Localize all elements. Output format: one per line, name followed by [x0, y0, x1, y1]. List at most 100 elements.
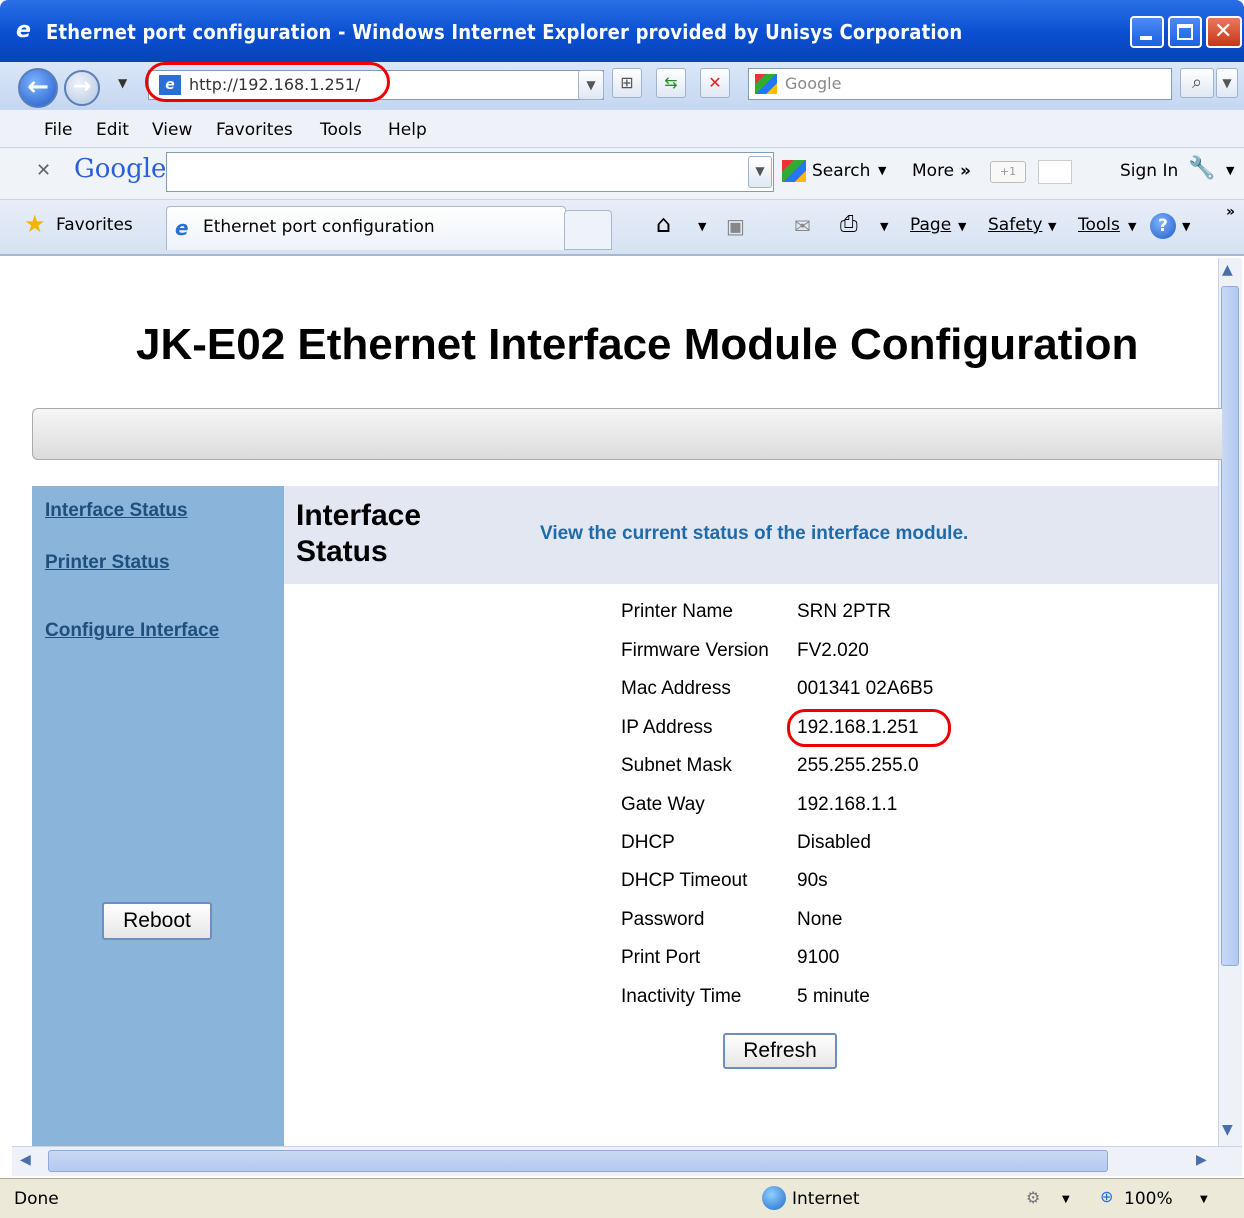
wrench-icon[interactable]: 🔧 [1188, 156, 1215, 181]
label-gate-way: Gate Way [621, 794, 705, 815]
value-dhcp-timeout: 90s [797, 870, 828, 891]
feeds-icon[interactable]: ▣ [726, 214, 745, 238]
status-text: Done [14, 1189, 59, 1209]
scroll-right-icon[interactable]: ▶ [1196, 1152, 1207, 1168]
zoom-level[interactable]: 100% [1124, 1189, 1173, 1209]
zoom-icon: ⊕ [1100, 1187, 1114, 1206]
toolbar-close-icon[interactable]: ✕ [36, 160, 51, 181]
refresh-icon[interactable]: ⇆ [656, 68, 686, 98]
label-password: Password [621, 909, 705, 930]
search-icon[interactable]: ⌕ [1180, 68, 1214, 98]
value-subnet-mask: 255.255.255.0 [797, 755, 919, 776]
vertical-scroll-thumb[interactable] [1221, 286, 1239, 966]
value-inactivity-time: 5 minute [797, 986, 870, 1007]
page-dropdown-icon: ▼ [958, 220, 967, 233]
favorites-star-icon: ★ [24, 210, 46, 238]
label-subnet-mask: Subnet Mask [621, 755, 732, 776]
scroll-left-icon[interactable]: ◀ [20, 1152, 31, 1168]
minimize-button[interactable] [1130, 16, 1164, 48]
menu-file[interactable]: File [44, 120, 72, 140]
more-button[interactable]: More [912, 161, 954, 181]
safety-dropdown-icon: ▼ [1048, 220, 1057, 233]
stop-icon[interactable]: ✕ [700, 68, 730, 98]
forward-arrow-icon: → [72, 74, 92, 99]
history-dropdown-icon[interactable]: ▼ [118, 76, 127, 90]
search-options-button[interactable]: ▼ [1216, 68, 1238, 98]
sidebar-link-configure-interface[interactable]: Configure Interface [45, 620, 219, 642]
compatibility-icon[interactable]: ⊞ [612, 68, 642, 98]
tab-ethernet-port-configuration[interactable]: e Ethernet port configuration [166, 206, 566, 250]
status-bar [0, 1178, 1244, 1218]
refresh-button[interactable]: Refresh [723, 1033, 837, 1069]
mail-icon[interactable]: ✉ [794, 214, 811, 238]
close-button[interactable]: ✕ [1206, 16, 1242, 48]
home-dropdown-icon[interactable]: ▼ [698, 220, 706, 233]
protected-dropdown-icon[interactable]: ▼ [1062, 1194, 1070, 1205]
value-gate-way: 192.168.1.1 [797, 794, 898, 815]
page-heading: JK-E02 Ethernet Interface Module Configu… [136, 320, 1139, 369]
zoom-dropdown-icon[interactable]: ▼ [1200, 1194, 1208, 1205]
more-chevron-icon: » [960, 161, 971, 181]
value-firmware-version: FV2.020 [797, 640, 869, 661]
plus-one-icon[interactable]: +1 [990, 161, 1026, 183]
help-dropdown-icon[interactable]: ▼ [1182, 220, 1190, 233]
value-dhcp: Disabled [797, 832, 871, 853]
print-dropdown-icon[interactable]: ▼ [880, 220, 888, 233]
label-inactivity-time: Inactivity Time [621, 986, 742, 1007]
new-tab-button[interactable] [564, 210, 612, 250]
menu-edit[interactable]: Edit [96, 120, 129, 140]
label-print-port: Print Port [621, 947, 701, 968]
section-title: Interface Status [296, 499, 422, 568]
label-dhcp: DHCP [621, 832, 675, 853]
zone-label: Internet [792, 1189, 860, 1209]
url-highlight-oval [145, 62, 390, 102]
label-mac-address: Mac Address [621, 678, 731, 699]
back-arrow-icon: ← [27, 72, 49, 102]
globe-icon [762, 1186, 786, 1210]
favorites-button[interactable]: Favorites [56, 215, 133, 235]
tools-dropdown-icon: ▼ [1128, 220, 1137, 233]
label-firmware-version: Firmware Version [621, 640, 769, 661]
address-dropdown-button[interactable]: ▼ [578, 70, 604, 100]
search-input[interactable]: Google [748, 68, 1172, 100]
print-icon[interactable]: ⎙ [840, 212, 858, 237]
wrench-dropdown-icon[interactable]: ▼ [1226, 164, 1234, 177]
google-dropdown-button[interactable]: ▼ [748, 156, 772, 188]
page-menu[interactable]: Page [910, 215, 951, 235]
sidebar [32, 486, 284, 1146]
search-dropdown-icon[interactable]: ▼ [878, 164, 886, 177]
scroll-down-icon[interactable]: ▼ [1222, 1122, 1233, 1138]
menu-help[interactable]: Help [388, 120, 427, 140]
menu-view[interactable]: View [152, 120, 192, 140]
label-printer-name: Printer Name [621, 601, 733, 622]
horizontal-scroll-thumb[interactable] [48, 1150, 1108, 1172]
home-icon[interactable]: ⌂ [656, 210, 671, 238]
google-search-input[interactable] [166, 152, 774, 192]
header-divider-bar [32, 408, 1222, 460]
forward-button[interactable]: → [64, 70, 100, 106]
value-print-port: 9100 [797, 947, 840, 968]
google-logo: Google [74, 154, 167, 184]
sidebar-link-interface-status[interactable]: Interface Status [45, 500, 188, 522]
google-search-icon [782, 160, 806, 182]
reboot-button[interactable]: Reboot [102, 902, 212, 940]
tools-menu[interactable]: Tools [1078, 215, 1120, 235]
scroll-up-icon[interactable]: ▲ [1222, 262, 1233, 278]
search-placeholder: Google [785, 74, 842, 93]
label-ip-address: IP Address [621, 717, 713, 738]
menu-favorites[interactable]: Favorites [216, 120, 293, 140]
menu-tools[interactable]: Tools [320, 120, 362, 140]
help-icon[interactable]: ? [1150, 213, 1176, 239]
sidebar-link-printer-status[interactable]: Printer Status [45, 552, 170, 574]
toolbar-overflow-icon[interactable]: » [1226, 204, 1235, 220]
section-description: View the current status of the interface… [540, 523, 969, 544]
safety-menu[interactable]: Safety [988, 215, 1042, 235]
maximize-button[interactable] [1168, 16, 1202, 48]
sign-in-button[interactable]: Sign In [1120, 161, 1178, 181]
share-button[interactable] [1038, 160, 1072, 184]
ip-highlight-oval [787, 709, 951, 747]
back-button[interactable]: ← [18, 68, 58, 108]
protected-mode-icon[interactable]: ⚙ [1026, 1188, 1040, 1207]
value-password: None [797, 909, 843, 930]
google-search-button[interactable]: Search [812, 161, 870, 181]
